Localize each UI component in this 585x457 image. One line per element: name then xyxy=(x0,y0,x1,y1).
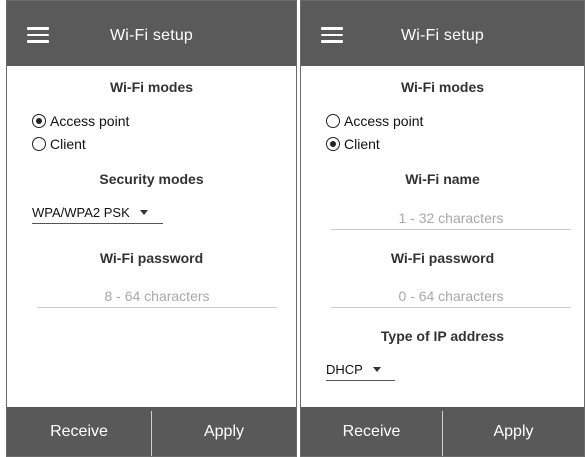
ip-type-value: DHCP xyxy=(326,362,363,377)
settings-content: Wi-Fi modes Access point Client Security… xyxy=(7,66,296,407)
security-mode-value: WPA/WPA2 PSK xyxy=(32,205,130,220)
radio-client[interactable]: Client xyxy=(32,135,86,153)
wifi-setup-screen-client: Wi-Fi setup Wi-Fi modes Access point Cli… xyxy=(300,0,585,457)
wifi-password-input[interactable] xyxy=(37,284,277,308)
wifi-modes-title: Wi-Fi modes xyxy=(109,79,194,95)
bottom-action-bar: Receive Apply xyxy=(301,407,584,456)
bottom-action-bar: Receive Apply xyxy=(7,407,296,456)
wifi-password-title: Wi-Fi password xyxy=(99,250,204,266)
radio-label-access-point: Access point xyxy=(344,113,424,129)
ip-type-dropdown[interactable]: DHCP xyxy=(326,359,395,381)
radio-checked-icon xyxy=(326,137,340,151)
app-bar-title: Wi-Fi setup xyxy=(109,27,194,44)
radio-label-access-point: Access point xyxy=(50,113,130,129)
radio-checked-icon xyxy=(32,114,46,128)
app-bar: Wi-Fi setup xyxy=(301,1,584,66)
radio-access-point[interactable]: Access point xyxy=(326,112,423,130)
receive-button[interactable]: Receive xyxy=(301,407,442,456)
ip-type-title: Type of IP address xyxy=(380,328,505,344)
radio-client[interactable]: Client xyxy=(326,135,380,153)
radio-unchecked-icon xyxy=(32,137,46,151)
settings-content: Wi-Fi modes Access point Client Wi-Fi na… xyxy=(301,66,584,407)
apply-button[interactable]: Apply xyxy=(152,407,296,456)
app-bar-title: Wi-Fi setup xyxy=(400,27,485,44)
apply-button[interactable]: Apply xyxy=(443,407,584,456)
wifi-name-input[interactable] xyxy=(331,206,571,230)
security-modes-title: Security modes xyxy=(99,171,204,187)
radio-label-client: Client xyxy=(50,136,86,152)
wifi-password-title: Wi-Fi password xyxy=(390,250,495,266)
wifi-setup-screen-access-point: Wi-Fi setup Wi-Fi modes Access point Cli… xyxy=(6,0,297,457)
security-mode-dropdown[interactable]: WPA/WPA2 PSK xyxy=(32,202,163,224)
dropdown-arrow-icon xyxy=(139,210,148,215)
dropdown-arrow-icon xyxy=(372,367,381,372)
wifi-password-input[interactable] xyxy=(331,284,571,308)
wifi-name-title: Wi-Fi name xyxy=(405,171,480,187)
radio-unchecked-icon xyxy=(326,114,340,128)
radio-access-point[interactable]: Access point xyxy=(32,112,129,130)
app-bar: Wi-Fi setup xyxy=(7,1,296,66)
radio-label-client: Client xyxy=(344,136,380,152)
receive-button[interactable]: Receive xyxy=(7,407,151,456)
wifi-modes-title: Wi-Fi modes xyxy=(400,79,485,95)
